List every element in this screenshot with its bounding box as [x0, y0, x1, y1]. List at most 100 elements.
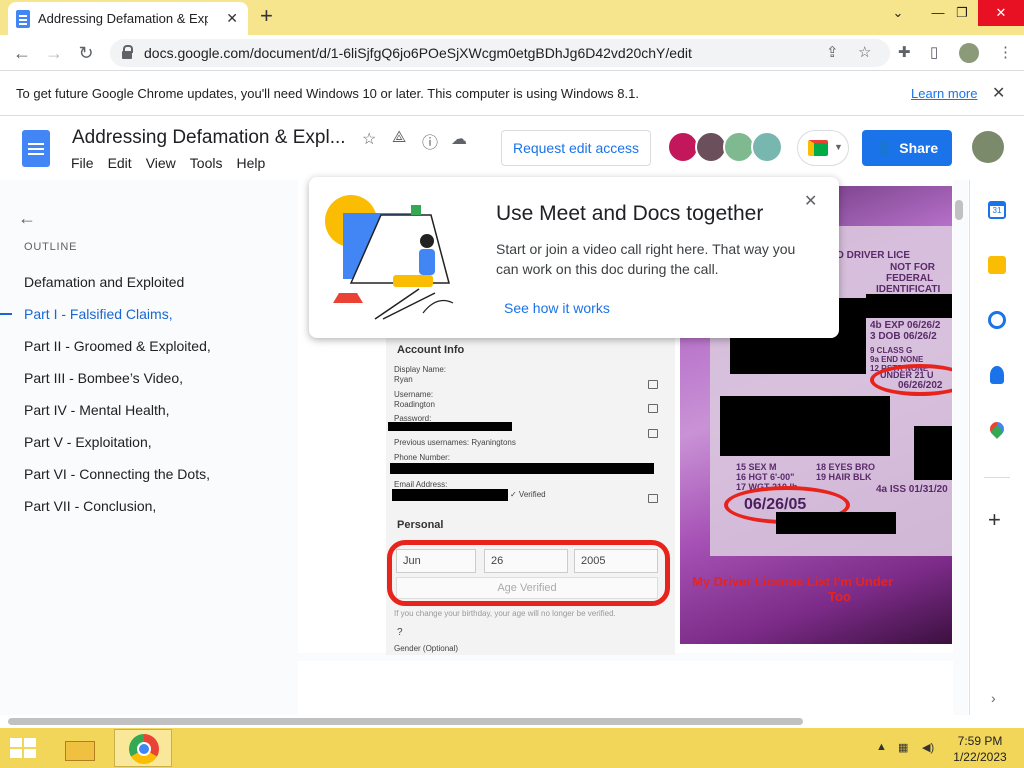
document-details-icon[interactable]: ⓘ — [422, 129, 438, 153]
outline-item[interactable]: Part IV - Mental Health, — [24, 402, 170, 418]
personal-heading: Personal — [397, 519, 444, 531]
update-infobar: To get future Google Chrome updates, you… — [0, 72, 1024, 116]
redaction-block — [866, 294, 952, 318]
tasks-icon[interactable] — [988, 311, 1006, 329]
back-icon[interactable]: ← — [10, 41, 34, 65]
see-how-it-works-link[interactable]: See how it works — [504, 300, 610, 316]
browser-toolbar: ← → ↻ docs.google.com/document/d/1-6liSj… — [0, 35, 1024, 71]
taskbar-clock[interactable]: 7:59 PM 1/22/2023 — [950, 733, 1010, 765]
side-panel-icon[interactable]: ▯ — [930, 43, 938, 61]
outline-item[interactable]: Part VI - Connecting the Dots, — [24, 466, 210, 482]
meet-camera-icon — [808, 140, 828, 156]
menu-help[interactable]: Help — [236, 155, 265, 171]
meet-illustration-icon — [325, 195, 454, 320]
back-arrow-icon[interactable]: ← — [18, 208, 36, 229]
verified-label: ✓ Verified — [510, 490, 546, 499]
photo-caption: My Driver License List I'm Under — [692, 574, 894, 589]
license-text: 9 CLASS G — [870, 346, 913, 355]
license-text: FEDERAL — [886, 273, 934, 284]
bookmark-star-icon[interactable]: ☆ — [858, 43, 871, 61]
share-label: Share — [899, 140, 939, 156]
scrollbar-thumb[interactable] — [8, 718, 803, 725]
username-value: Roadington — [394, 400, 435, 409]
docs-header: Addressing Defamation & Expl... ☆ ⟁ ⓘ ☁ … — [0, 117, 1024, 180]
outline-item[interactable]: Part VII - Conclusion, — [24, 498, 156, 514]
chrome-icon — [129, 734, 159, 764]
share-page-icon[interactable]: ⇪ — [826, 43, 839, 61]
meet-popup-close-icon[interactable]: ✕ — [804, 191, 817, 211]
keep-icon[interactable] — [988, 256, 1006, 274]
window-close-button[interactable]: ✕ — [978, 0, 1024, 26]
share-button[interactable]: 👤 Share — [862, 130, 952, 166]
side-panel: 31 + › — [969, 180, 1024, 715]
document-scrollbar[interactable] — [955, 200, 963, 220]
chevron-down-icon: ▼ — [834, 142, 843, 152]
account-avatar[interactable] — [972, 131, 1004, 163]
cloud-status-icon[interactable]: ☁ — [451, 129, 467, 149]
windows-start-icon[interactable] — [10, 738, 38, 760]
tab-title: Addressing Defamation & Exploit — [38, 11, 208, 26]
outline-item[interactable]: Part V - Exploitation, — [24, 434, 152, 450]
outline-item[interactable]: Part II - Groomed & Exploited, — [24, 338, 211, 354]
contacts-icon[interactable] — [990, 366, 1004, 384]
profile-avatar[interactable] — [959, 43, 979, 63]
extensions-icon[interactable]: ✚ — [898, 43, 911, 61]
edit-icon — [648, 429, 658, 438]
tray-expand-icon[interactable]: ▲ — [876, 741, 887, 753]
person-icon: 👤 — [875, 139, 894, 156]
infobar-close-icon[interactable]: ✕ — [992, 83, 1005, 103]
maps-icon[interactable] — [987, 419, 1007, 439]
outline-item[interactable]: Part III - Bombee’s Video, — [24, 370, 183, 386]
menu-view[interactable]: View — [146, 155, 176, 171]
license-text: 16 HGT 6'-00" — [736, 472, 795, 482]
clock-time: 7:59 PM — [957, 734, 1003, 748]
document-title[interactable]: Addressing Defamation & Expl... — [72, 127, 346, 149]
learn-more-link[interactable]: Learn more — [911, 86, 977, 101]
meet-button[interactable]: ▼ — [797, 130, 849, 166]
outline-item[interactable]: Defamation and Exploited — [24, 274, 184, 290]
menu-edit[interactable]: Edit — [108, 155, 132, 171]
email-label: Email Address: — [394, 480, 448, 489]
license-text: 15 SEX M — [736, 462, 777, 472]
license-text: 18 EYES BRO — [816, 462, 876, 472]
clock-date: 1/22/2023 — [953, 750, 1007, 764]
file-explorer-icon[interactable] — [62, 733, 100, 763]
browser-tab[interactable]: Addressing Defamation & Exploit ✕ — [8, 2, 248, 35]
redaction-bar — [388, 422, 512, 431]
docs-logo-icon[interactable] — [22, 130, 50, 167]
license-text: 3 DOB 06/26/2 — [870, 331, 937, 342]
star-icon[interactable]: ☆ — [362, 129, 376, 149]
redaction-bar — [390, 463, 654, 474]
license-header-text: ED DRIVER LICE — [830, 250, 911, 261]
tab-close-icon[interactable]: ✕ — [226, 10, 238, 27]
calendar-icon[interactable]: 31 — [988, 201, 1006, 219]
new-tab-button[interactable]: + — [260, 5, 273, 27]
volume-icon[interactable]: ◀) — [922, 741, 934, 754]
get-addons-icon[interactable]: + — [988, 509, 1001, 531]
document-page[interactable] — [298, 661, 953, 715]
redaction-block — [776, 512, 896, 534]
move-to-drive-icon[interactable]: ⟁ — [392, 129, 406, 147]
collaborator-avatar[interactable] — [751, 131, 783, 163]
chrome-menu-icon[interactable]: ⋮ — [998, 43, 1013, 61]
outline-item-active[interactable]: Part I - Falsified Claims, — [24, 306, 173, 322]
request-edit-access-button[interactable]: Request edit access — [501, 130, 651, 166]
menu-tools[interactable]: Tools — [190, 155, 223, 171]
account-info-heading: Account Info — [397, 344, 465, 356]
document-outline: ← OUTLINE Defamation and Exploited Part … — [0, 180, 298, 715]
menu-file[interactable]: File — [71, 155, 94, 171]
network-icon[interactable]: ▦ — [898, 741, 908, 754]
chrome-taskbar-button[interactable] — [114, 729, 172, 767]
reload-icon[interactable]: ↻ — [74, 41, 98, 65]
address-bar[interactable]: docs.google.com/document/d/1-6liSjfgQ6jo… — [110, 39, 890, 67]
tab-search-icon[interactable]: ⌄ — [880, 0, 916, 26]
horizontal-scrollbar[interactable] — [0, 715, 1024, 728]
restore-button[interactable]: ❐ — [944, 0, 980, 26]
chevron-right-icon[interactable]: › — [991, 690, 996, 706]
red-highlight-oval — [387, 540, 670, 606]
forward-icon[interactable]: → — [42, 41, 66, 65]
license-text: 9a END NONE — [870, 355, 924, 364]
meet-popup-body: Start or join a video call right here. T… — [496, 241, 796, 277]
menu-bar: File Edit View Tools Help — [71, 155, 265, 171]
outline-label: OUTLINE — [24, 241, 78, 253]
